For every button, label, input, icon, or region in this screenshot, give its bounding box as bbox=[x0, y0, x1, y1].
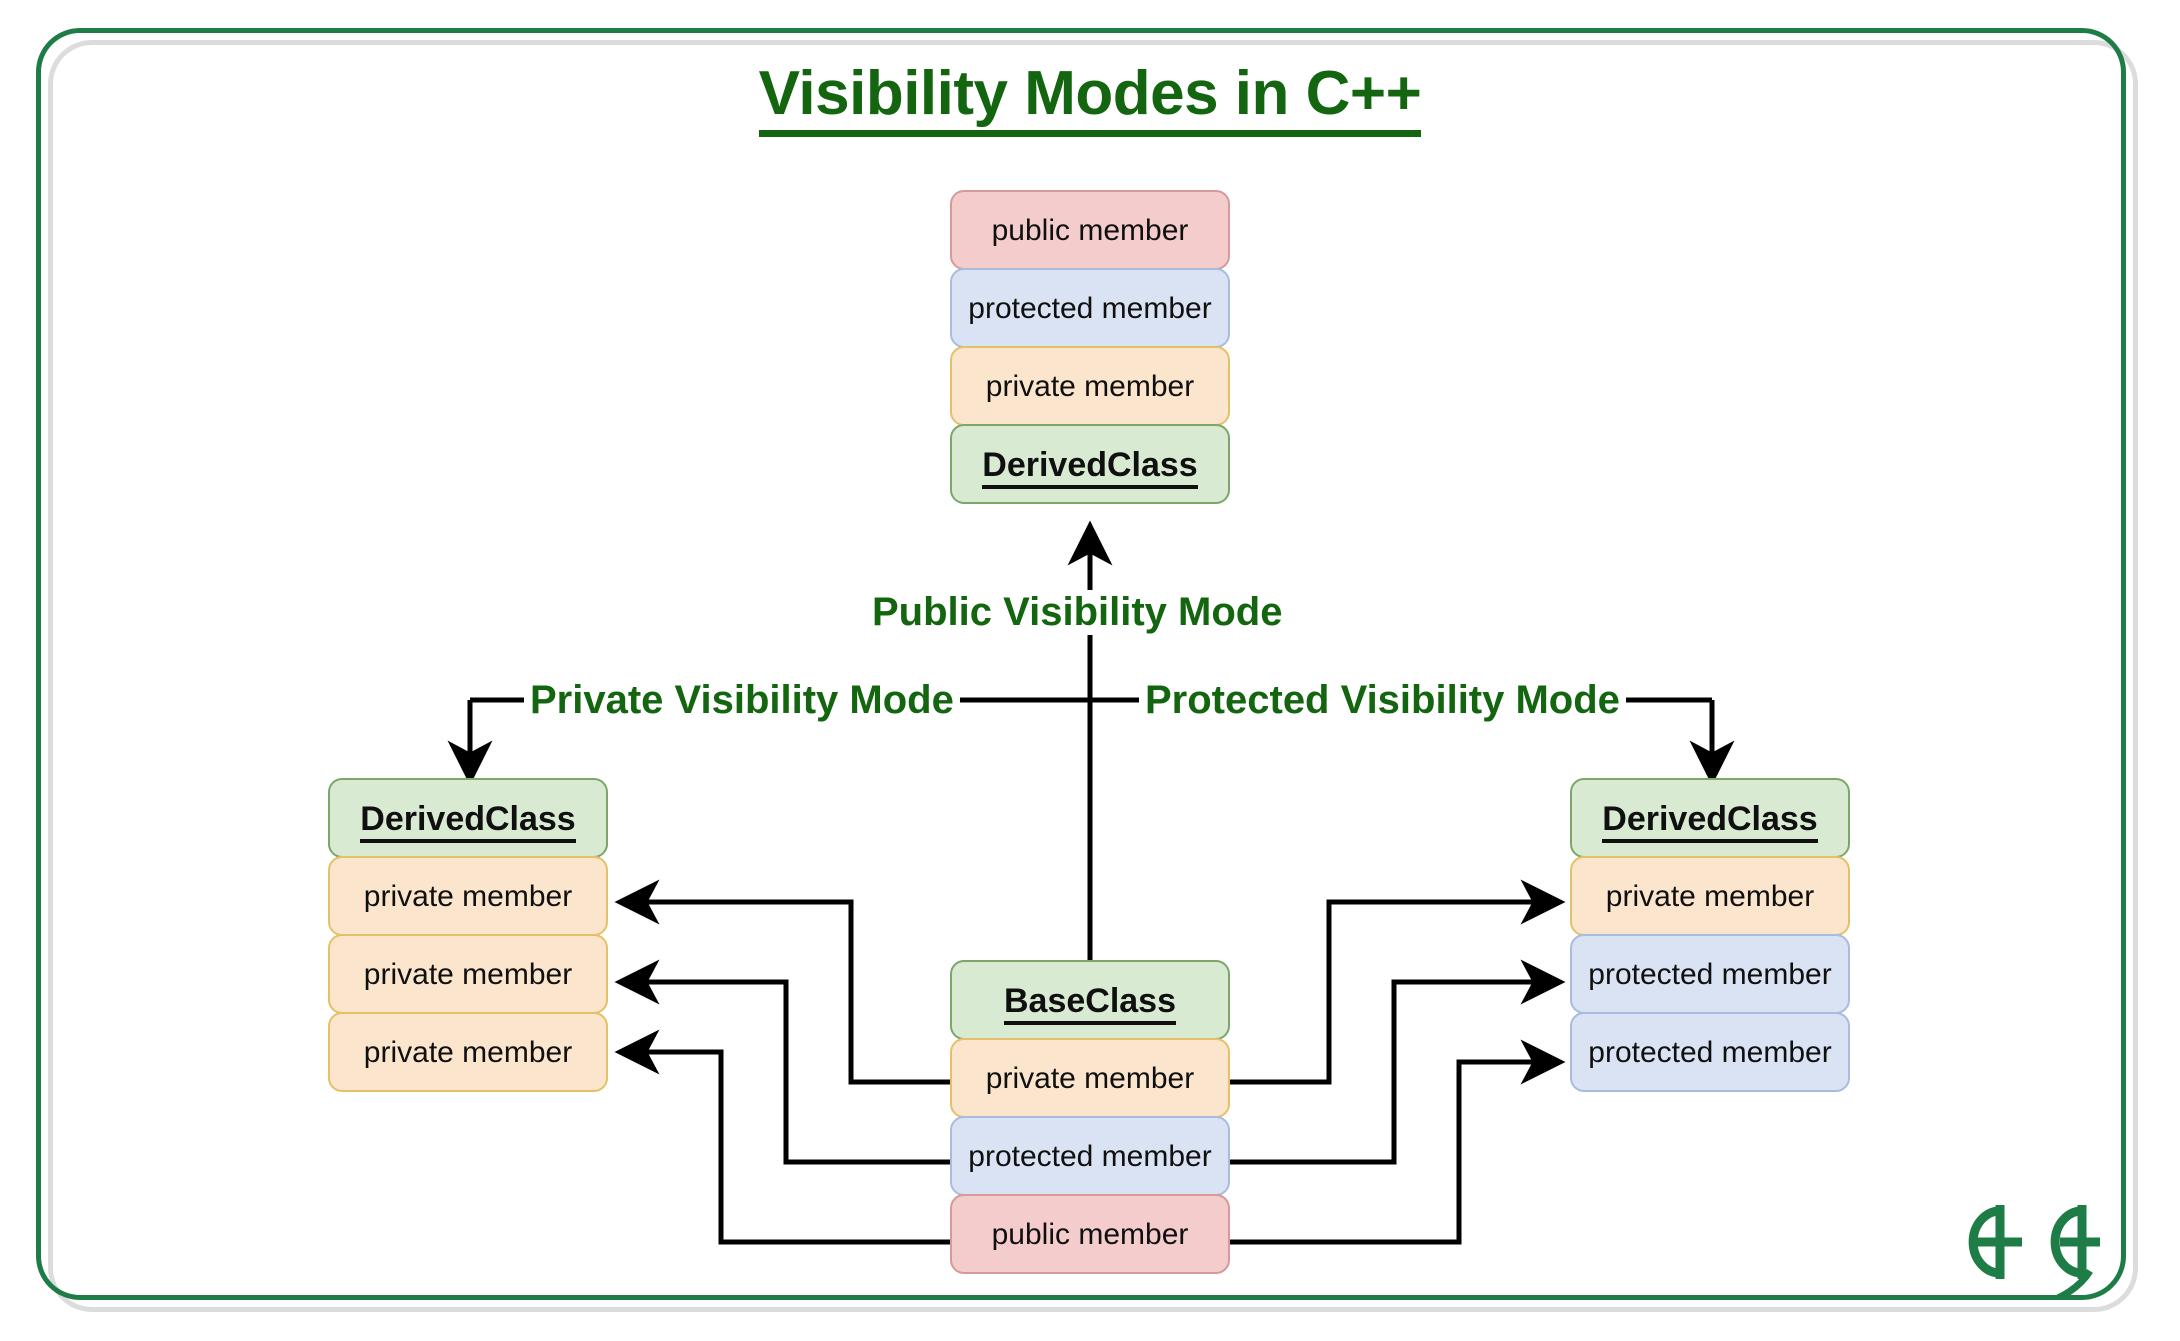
diagram-canvas: Visibility Modes in C++ public member pr… bbox=[0, 0, 2180, 1341]
member-row: public member bbox=[950, 1194, 1230, 1274]
member-row: public member bbox=[950, 190, 1230, 270]
page-title: Visibility Modes in C++ bbox=[0, 58, 2180, 137]
label-public-visibility-mode: Public Visibility Mode bbox=[866, 590, 1289, 635]
label-private-visibility-mode: Private Visibility Mode bbox=[524, 678, 960, 723]
connector-base-private-to-right-1 bbox=[1230, 879, 1566, 1085]
member-row: protected member bbox=[1570, 1012, 1850, 1092]
connector-base-protected-to-right-2 bbox=[1230, 959, 1566, 1165]
member-row: protected member bbox=[950, 268, 1230, 348]
member-row: private member bbox=[950, 1038, 1230, 1118]
class-name-header: DerivedClass bbox=[950, 424, 1230, 504]
class-name-header: BaseClass bbox=[950, 960, 1230, 1040]
class-name-header: DerivedClass bbox=[1570, 778, 1850, 858]
geeksforgeeks-logo bbox=[1964, 1205, 2100, 1297]
derived-class-private-box: DerivedClass private member private memb… bbox=[328, 778, 608, 1092]
member-row: protected member bbox=[1570, 934, 1850, 1014]
connector-base-protected-to-left-2 bbox=[614, 959, 950, 1165]
member-row: private member bbox=[328, 856, 608, 936]
class-name-header: DerivedClass bbox=[328, 778, 608, 858]
label-protected-visibility-mode: Protected Visibility Mode bbox=[1139, 678, 1626, 723]
connector-base-public-to-right-3 bbox=[1230, 1039, 1566, 1245]
derived-class-protected-box: DerivedClass private member protected me… bbox=[1570, 778, 1850, 1092]
connector-base-public-to-left-3 bbox=[614, 1029, 950, 1245]
base-class-box: BaseClass private member protected membe… bbox=[950, 960, 1230, 1274]
connector-base-private-to-left-1 bbox=[614, 879, 950, 1085]
member-row: private member bbox=[328, 1012, 608, 1092]
member-row: private member bbox=[1570, 856, 1850, 936]
member-row: private member bbox=[328, 934, 608, 1014]
member-row: private member bbox=[950, 346, 1230, 426]
derived-class-public-box: public member protected member private m… bbox=[950, 190, 1230, 504]
member-row: protected member bbox=[950, 1116, 1230, 1196]
